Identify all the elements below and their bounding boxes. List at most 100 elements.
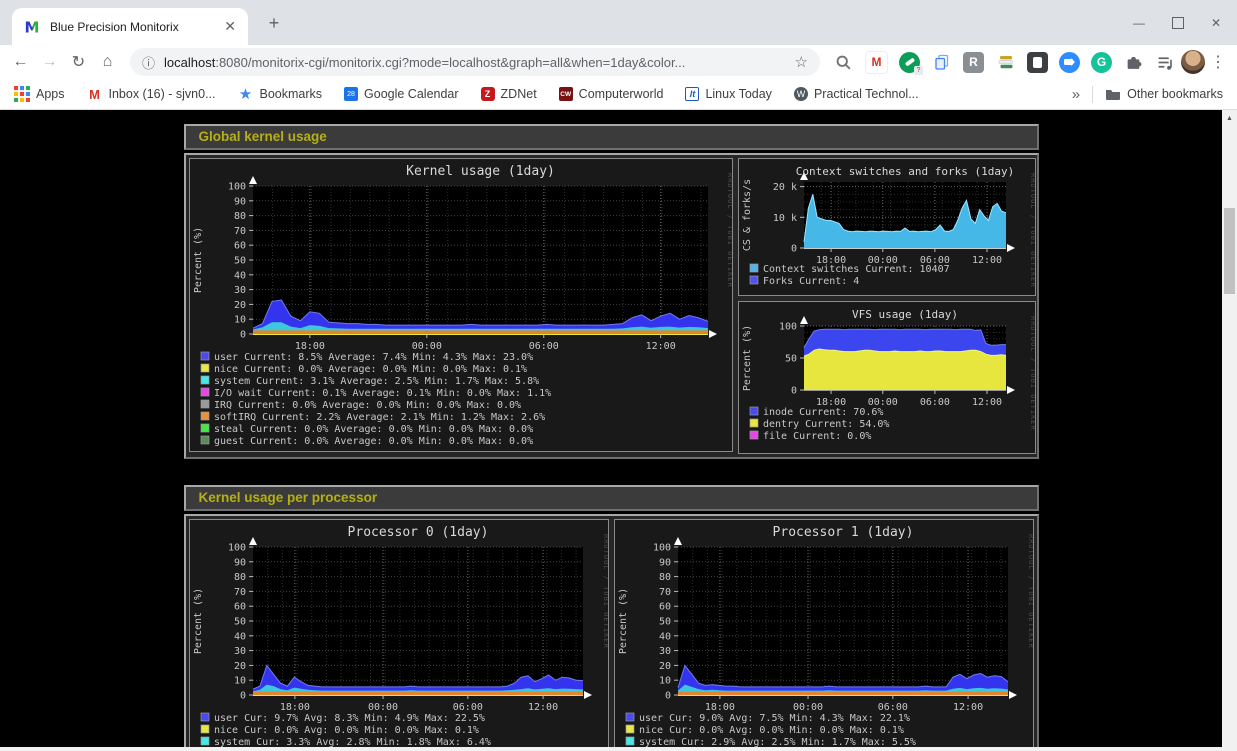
svg-text:50: 50 bbox=[784, 354, 796, 365]
bookmarks-overflow-chevron[interactable]: » bbox=[1072, 86, 1080, 103]
svg-text:softIRQ Current: 2.2%: softIRQ Current: 2.2% Average: 2.1% Min:… bbox=[214, 412, 545, 423]
r-glyph: R bbox=[969, 55, 978, 69]
window-close-icon[interactable]: ✕ bbox=[1211, 16, 1221, 30]
right-graph-column: Context switches and forks (1day)CS & fo… bbox=[738, 158, 1036, 454]
context-switches-graph[interactable]: Context switches and forks (1day)CS & fo… bbox=[738, 158, 1036, 296]
bookmark-practical-technology[interactable]: W Practical Technol... bbox=[794, 87, 919, 101]
svg-text:12:00: 12:00 bbox=[971, 397, 1001, 408]
wordpress-icon: W bbox=[794, 87, 808, 101]
section-header-global-kernel: Global kernel usage bbox=[184, 124, 1039, 150]
extensions-puzzle-icon[interactable] bbox=[1123, 52, 1144, 73]
bookmark-label: Computerworld bbox=[579, 87, 664, 101]
vfs-usage-graph[interactable]: VFS usage (1day)Percent (%)RRDTOOL / TOB… bbox=[738, 301, 1036, 454]
svg-text:Kernel usage (1day): Kernel usage (1day) bbox=[406, 164, 555, 179]
r-extension-icon[interactable]: R bbox=[963, 52, 984, 73]
bookmarks-right-group: » Other bookmarks bbox=[1072, 86, 1223, 103]
svg-text:60: 60 bbox=[233, 241, 245, 252]
svg-text:40: 40 bbox=[233, 631, 245, 642]
svg-text:Percent (%): Percent (%) bbox=[193, 227, 204, 293]
phone-icon bbox=[904, 57, 914, 66]
svg-text:06:00: 06:00 bbox=[919, 397, 949, 408]
reload-button[interactable]: ↻ bbox=[64, 48, 93, 76]
svg-text:Processor 1 (1day): Processor 1 (1day) bbox=[772, 525, 913, 540]
svg-text:12:00: 12:00 bbox=[953, 702, 983, 713]
svg-text:70: 70 bbox=[233, 226, 245, 237]
svg-text:RRDTOOL / TOBI OETIKER: RRDTOOL / TOBI OETIKER bbox=[726, 173, 732, 288]
svg-text:nice Current: 0.0%: nice Current: 0.0% Average: 0.0% Min: 0.… bbox=[214, 364, 527, 375]
home-button[interactable]: ⌂ bbox=[93, 48, 122, 76]
window-maximize-icon[interactable] bbox=[1172, 17, 1184, 29]
svg-text:VFS usage (1day): VFS usage (1day) bbox=[852, 308, 958, 321]
scrollbar-up-arrow-icon[interactable]: ▲ bbox=[1222, 110, 1237, 126]
svg-text:20: 20 bbox=[233, 300, 245, 311]
svg-text:50: 50 bbox=[658, 617, 670, 628]
bookmark-label: Bookmarks bbox=[260, 87, 323, 101]
svg-text:80: 80 bbox=[233, 211, 245, 222]
gmail-extension-icon[interactable]: M bbox=[865, 51, 888, 74]
bottom-scrollbar-strip bbox=[0, 747, 1237, 751]
window-minimize-icon[interactable]: — bbox=[1133, 16, 1145, 30]
svg-text:file Curre: file Current: 0.0% bbox=[763, 431, 871, 442]
bookmark-star-icon[interactable]: ☆ bbox=[795, 53, 808, 71]
search-extension-icon[interactable] bbox=[833, 52, 854, 73]
kernel-usage-graph[interactable]: Kernel usage (1day) Percent (%) RRDTOOL / … bbox=[189, 158, 733, 452]
other-bookmarks-button[interactable]: Other bookmarks bbox=[1105, 86, 1223, 102]
svg-text:00:00: 00:00 bbox=[411, 341, 441, 352]
tab-title: Blue Precision Monitorix bbox=[50, 20, 220, 34]
svg-text:40: 40 bbox=[658, 631, 670, 642]
url-bar[interactable]: ⓘ localhost:8080/monitorix-cgi/monitorix… bbox=[130, 48, 820, 76]
tab-close-icon[interactable]: ✕ bbox=[220, 18, 240, 35]
bookmark-google-calendar[interactable]: 28 Google Calendar bbox=[344, 87, 459, 101]
svg-text:inode Curre: inode Current: 70.6% bbox=[763, 407, 883, 418]
question-badge: ? bbox=[914, 66, 923, 75]
copy-pages-extension-icon[interactable] bbox=[931, 52, 952, 73]
bookmark-zdnet[interactable]: Z ZDNet bbox=[481, 87, 537, 101]
svg-text:10: 10 bbox=[658, 676, 670, 687]
bookmarks-divider bbox=[1092, 86, 1093, 103]
bookmark-label: Practical Technol... bbox=[814, 87, 919, 101]
svg-text:06:00: 06:00 bbox=[452, 702, 482, 713]
page-info-icon[interactable]: ⓘ bbox=[142, 53, 155, 72]
svg-text:Processor 0 (1day): Processor 0 (1day) bbox=[347, 525, 488, 540]
svg-text:100: 100 bbox=[227, 182, 245, 193]
new-tab-button[interactable]: + bbox=[262, 13, 286, 34]
bookmark-computerworld[interactable]: CW Computerworld bbox=[559, 87, 664, 101]
svg-text:Percent (%): Percent (%) bbox=[618, 588, 629, 654]
svg-text:IRQ Current: 0.0%: IRQ Current: 0.0% Average: 0.0% Min: 0.0… bbox=[214, 400, 521, 411]
per-processor-graphs: Processor 0 (1day)Percent (%)RRDTOOL / T… bbox=[184, 514, 1039, 751]
browser-tab[interactable]: M Blue Precision Monitorix ✕ bbox=[12, 8, 248, 45]
back-button[interactable]: ← bbox=[6, 48, 35, 76]
video-camera-icon bbox=[1064, 59, 1073, 65]
bookmark-bookmarks[interactable]: ★ Bookmarks bbox=[238, 86, 323, 102]
calendar-icon: 28 bbox=[344, 87, 358, 101]
other-bookmarks-label: Other bookmarks bbox=[1127, 87, 1223, 101]
svg-text:30: 30 bbox=[233, 646, 245, 657]
books-extension-icon[interactable] bbox=[995, 52, 1016, 73]
window-controls: — ✕ bbox=[1133, 0, 1221, 45]
bookmark-linux-today[interactable]: lt Linux Today bbox=[685, 87, 772, 101]
playlist-extension-icon[interactable] bbox=[1155, 52, 1176, 73]
svg-text:40: 40 bbox=[233, 270, 245, 281]
zdnet-icon: Z bbox=[481, 87, 495, 101]
svg-text:M: M bbox=[25, 19, 40, 35]
bookmark-label: Linux Today bbox=[705, 87, 772, 101]
processor-0-graph[interactable]: Processor 0 (1day)Percent (%)RRDTOOL / T… bbox=[189, 519, 609, 751]
bookmark-inbox[interactable]: M Inbox (16) - sjvn0... bbox=[87, 86, 216, 102]
grammarly-extension-icon[interactable]: G bbox=[1091, 52, 1112, 73]
vertical-scrollbar[interactable]: ▲ bbox=[1222, 110, 1237, 751]
bookmark-apps[interactable]: Apps bbox=[14, 86, 65, 102]
page-content: Global kernel usage Kernel usage (1day) P… bbox=[0, 110, 1237, 751]
scrollbar-thumb[interactable] bbox=[1224, 208, 1235, 294]
folder-icon bbox=[1105, 86, 1121, 102]
forward-button[interactable]: → bbox=[35, 48, 64, 76]
processor-1-graph[interactable]: Processor 1 (1day)Percent (%)RRDTOOL / T… bbox=[614, 519, 1034, 751]
svg-text:0: 0 bbox=[790, 386, 796, 397]
svg-text:00:00: 00:00 bbox=[792, 702, 822, 713]
bookmarks-bar: Apps M Inbox (16) - sjvn0... ★ Bookmarks… bbox=[0, 79, 1237, 110]
tab-strip: M Blue Precision Monitorix ✕ + — ✕ bbox=[0, 0, 1237, 45]
browser-menu-icon[interactable]: ⋮ bbox=[1205, 52, 1231, 72]
password-manager-extension-icon[interactable] bbox=[1027, 52, 1048, 73]
voice-help-extension-icon[interactable]: ? bbox=[899, 52, 920, 73]
zoom-extension-icon[interactable] bbox=[1059, 52, 1080, 73]
profile-avatar[interactable] bbox=[1181, 50, 1205, 74]
